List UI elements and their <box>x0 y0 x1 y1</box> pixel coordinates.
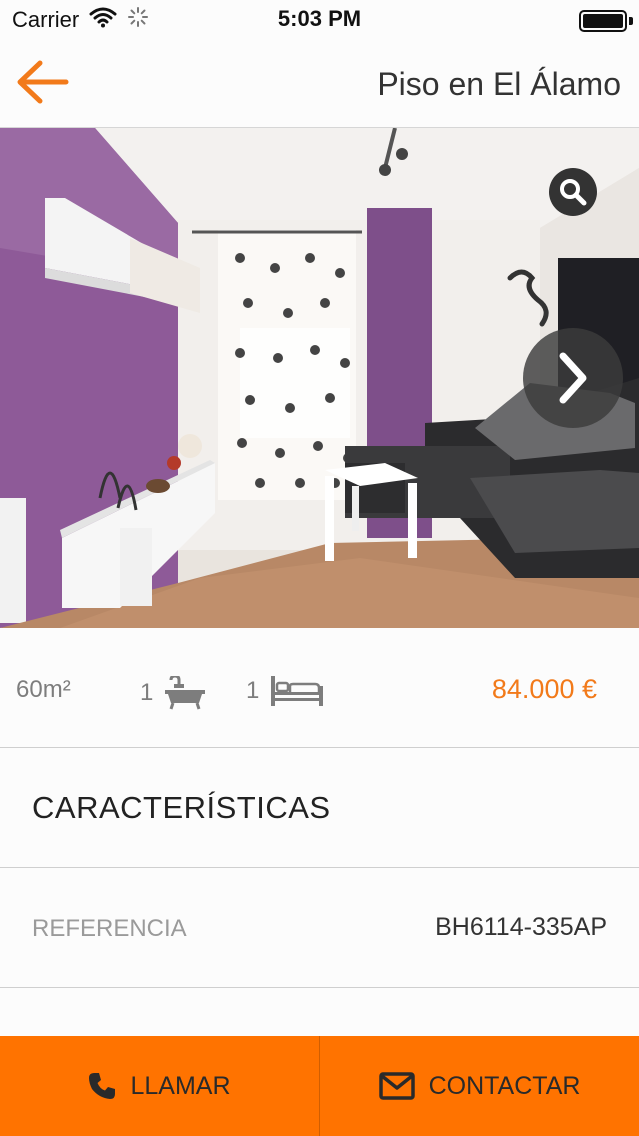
envelope-icon <box>378 1072 415 1100</box>
status-time: 5:03 PM <box>277 6 362 31</box>
call-button[interactable]: LLAMAR <box>0 1036 319 1136</box>
battery-icon <box>579 10 627 32</box>
bathtub-icon <box>165 676 206 710</box>
zoom-button[interactable] <box>549 168 597 216</box>
reference-value: BH6114-335AP <box>435 913 607 941</box>
page-title: Piso en El Álamo <box>377 66 621 102</box>
call-label: LLAMAR <box>130 1071 231 1100</box>
contact-button[interactable]: CONTACTAR <box>320 1036 639 1136</box>
bedrooms-count: 1 <box>246 677 260 704</box>
next-photo-button[interactable] <box>523 328 623 428</box>
back-button[interactable] <box>10 54 74 110</box>
characteristics-header: CARACTERÍSTICAS <box>0 748 639 868</box>
spec-area: 60m² <box>16 676 71 704</box>
reference-label: REFERENCIA <box>32 915 187 942</box>
section-title: CARACTERÍSTICAS <box>32 790 331 825</box>
spec-bathrooms: 1 <box>140 676 206 710</box>
reference-row: REFERENCIA BH6114-335AP <box>0 868 639 988</box>
status-bar: Carrier 5:03 PM <box>0 0 639 40</box>
arrow-left-icon <box>17 60 69 104</box>
price: 84.000 € <box>491 674 597 704</box>
bathrooms-count: 1 <box>140 679 154 706</box>
action-bar: LLAMAR CONTACTAR <box>0 1036 639 1136</box>
phone-icon <box>89 1073 116 1099</box>
chevron-right-icon <box>559 352 587 404</box>
area-value: 60m² <box>16 676 71 703</box>
magnifier-icon <box>560 179 587 206</box>
property-photo[interactable] <box>0 128 639 628</box>
contact-label: CONTACTAR <box>428 1071 581 1100</box>
property-specs: 60m² 1 1 84.000 € <box>0 628 639 748</box>
navigation-bar: Piso en El Álamo <box>0 40 639 128</box>
bed-icon <box>271 676 324 706</box>
spec-bedrooms: 1 <box>246 676 324 706</box>
